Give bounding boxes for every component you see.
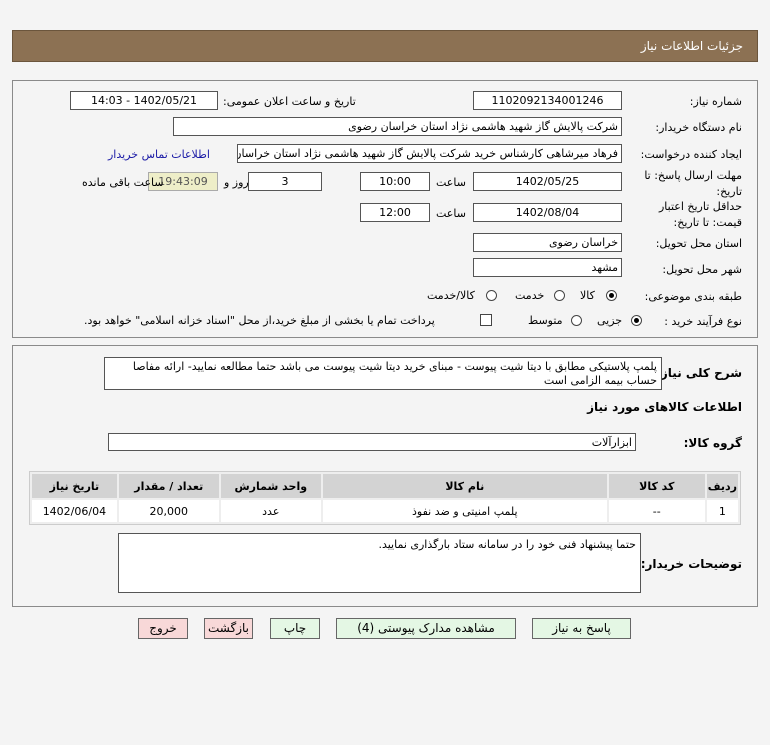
table-row: 1 -- پلمپ امنیتی و ضد نفوذ عدد 20,000 14… bbox=[32, 500, 738, 522]
col-row-header: ردیف bbox=[706, 474, 738, 498]
cell-qty: 20,000 bbox=[118, 500, 219, 522]
deadline-time-label: ساعت bbox=[436, 176, 466, 189]
col-qty-header: تعداد / مقدار bbox=[118, 474, 219, 498]
col-unit-header: واحد شمارش bbox=[220, 474, 321, 498]
deadline-time-field: 10:00 bbox=[360, 172, 430, 191]
province-field: خراسان رضوی bbox=[473, 233, 622, 252]
category-service-radio[interactable] bbox=[554, 290, 565, 301]
process-medium-label: متوسط bbox=[528, 314, 563, 327]
description-field: پلمپ پلاستیکی مطابق با دیتا شیت پیوست - … bbox=[104, 357, 662, 390]
announce-field: 1402/05/21 - 14:03 bbox=[70, 91, 218, 110]
process-minor-radio[interactable] bbox=[631, 315, 642, 326]
process-label: نوع فرآیند خرید : bbox=[664, 315, 742, 328]
deadline-label: مهلت ارسال پاسخ: تا تاریخ: bbox=[644, 169, 742, 198]
process-minor-label: جزیی bbox=[597, 314, 623, 327]
page-header: جزئیات اطلاعات نیاز bbox=[12, 30, 758, 62]
back-button[interactable]: بازگشت bbox=[204, 618, 253, 639]
category-goods-label: کالا bbox=[580, 289, 595, 302]
cell-row: 1 bbox=[706, 500, 738, 522]
page-title: جزئیات اطلاعات نیاز bbox=[640, 39, 743, 53]
description-label: شرح کلی نیاز: bbox=[656, 366, 742, 380]
print-button[interactable]: چاپ bbox=[270, 618, 320, 639]
contact-buyer-link[interactable]: اطلاعات تماس خریدار bbox=[108, 148, 210, 161]
process-medium-radio[interactable] bbox=[571, 315, 582, 326]
payment-note: پرداخت تمام یا بخشی از مبلغ خرید،از محل … bbox=[84, 314, 435, 327]
province-label: استان محل تحویل: bbox=[655, 237, 742, 250]
cell-unit: عدد bbox=[220, 500, 321, 522]
validity-time-field: 12:00 bbox=[360, 203, 430, 222]
col-code-header: کد کالا bbox=[608, 474, 705, 498]
category-label: طبقه بندی موضوعی: bbox=[644, 290, 742, 303]
validity-time-label: ساعت bbox=[436, 207, 466, 220]
validity-label: حداقل تاریخ اعتبار قیمت: تا تاریخ: bbox=[658, 200, 742, 229]
col-date-header: تاریخ نیاز bbox=[32, 474, 117, 498]
cell-code: -- bbox=[608, 500, 705, 522]
city-field: مشهد bbox=[473, 258, 622, 277]
buyer-notes-field: حتما پیشنهاد فنی خود را در سامانه ستاد ب… bbox=[118, 533, 641, 593]
goods-table: ردیف کد کالا نام کالا واحد شمارش تعداد /… bbox=[29, 471, 741, 525]
announce-label: تاریخ و ساعت اعلان عمومی: bbox=[223, 95, 356, 108]
cell-date: 1402/06/04 bbox=[32, 500, 117, 522]
reply-button[interactable]: پاسخ به نیاز bbox=[532, 618, 631, 639]
exit-button[interactable]: خروج bbox=[138, 618, 188, 639]
treasury-payment-checkbox[interactable] bbox=[480, 314, 492, 326]
days-label: روز و bbox=[224, 176, 249, 189]
remaining-label: ساعت باقی مانده bbox=[82, 176, 164, 189]
goods-section-title: اطلاعات کالاهای مورد نیاز bbox=[587, 400, 742, 414]
creator-label: ایجاد کننده درخواست: bbox=[640, 148, 742, 161]
days-field: 3 bbox=[248, 172, 322, 191]
need-number-label: شماره نیاز: bbox=[689, 95, 742, 108]
need-number-field: 1102092134001246 bbox=[473, 91, 622, 110]
col-name-header: نام کالا bbox=[322, 474, 607, 498]
goods-group-label: گروه کالا: bbox=[683, 436, 742, 450]
deadline-date-field: 1402/05/25 bbox=[473, 172, 622, 191]
creator-field: فرهاد میرشاهی کارشناس خرید شرکت پالایش گ… bbox=[237, 144, 622, 163]
city-label: شهر محل تحویل: bbox=[662, 263, 742, 276]
category-both-radio[interactable] bbox=[486, 290, 497, 301]
category-both-label: کالا/خدمت bbox=[427, 289, 475, 302]
buyer-field: شرکت پالایش گاز شهید هاشمی نژاد استان خر… bbox=[173, 117, 622, 136]
category-service-label: خدمت bbox=[515, 289, 545, 302]
validity-date-field: 1402/08/04 bbox=[473, 203, 622, 222]
view-documents-button[interactable]: مشاهده مدارک پیوستی (4) bbox=[336, 618, 516, 639]
buyer-label: نام دستگاه خریدار: bbox=[655, 121, 742, 134]
buyer-notes-label: توضیحات خریدار: bbox=[640, 557, 742, 571]
table-header-row: ردیف کد کالا نام کالا واحد شمارش تعداد /… bbox=[32, 474, 738, 498]
goods-group-field: ابزارآلات bbox=[108, 433, 636, 451]
cell-name: پلمپ امنیتی و ضد نفوذ bbox=[322, 500, 607, 522]
category-goods-radio[interactable] bbox=[606, 290, 617, 301]
